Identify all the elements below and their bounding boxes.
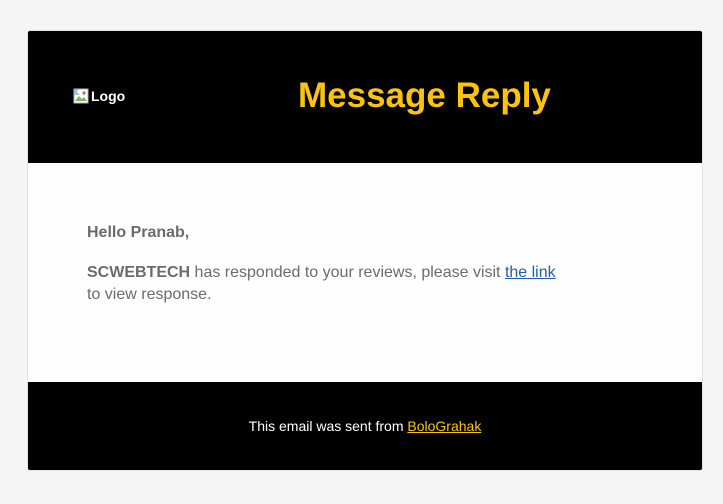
brand-link[interactable]: BoloGrahak (407, 418, 481, 434)
email-body: Hello Pranab, SCWEBTECH has responded to… (28, 163, 702, 382)
email-footer: This email was sent from BoloGrahak (28, 382, 702, 470)
message-tail: to view response. (87, 286, 212, 303)
company-name: SCWEBTECH (87, 264, 191, 281)
email-header: Logo Message Reply (28, 31, 702, 163)
logo-alt-text: Logo (91, 88, 126, 104)
broken-image-icon (73, 88, 89, 104)
greeting: Hello Pranab, (87, 224, 190, 241)
footer-text: This email was sent from BoloGrahak (28, 417, 702, 435)
sent-from-text: This email was sent from (248, 418, 408, 434)
message-text: has responded to your reviews, please vi… (190, 264, 505, 281)
view-link[interactable]: the link (505, 264, 556, 281)
logo: Logo (73, 88, 125, 104)
email-card: Logo Message Reply Hello Pranab, SCWEBTE… (27, 30, 703, 471)
message-paragraph: SCWEBTECH has responded to your reviews,… (87, 262, 597, 306)
page-title: Message Reply (298, 76, 551, 115)
